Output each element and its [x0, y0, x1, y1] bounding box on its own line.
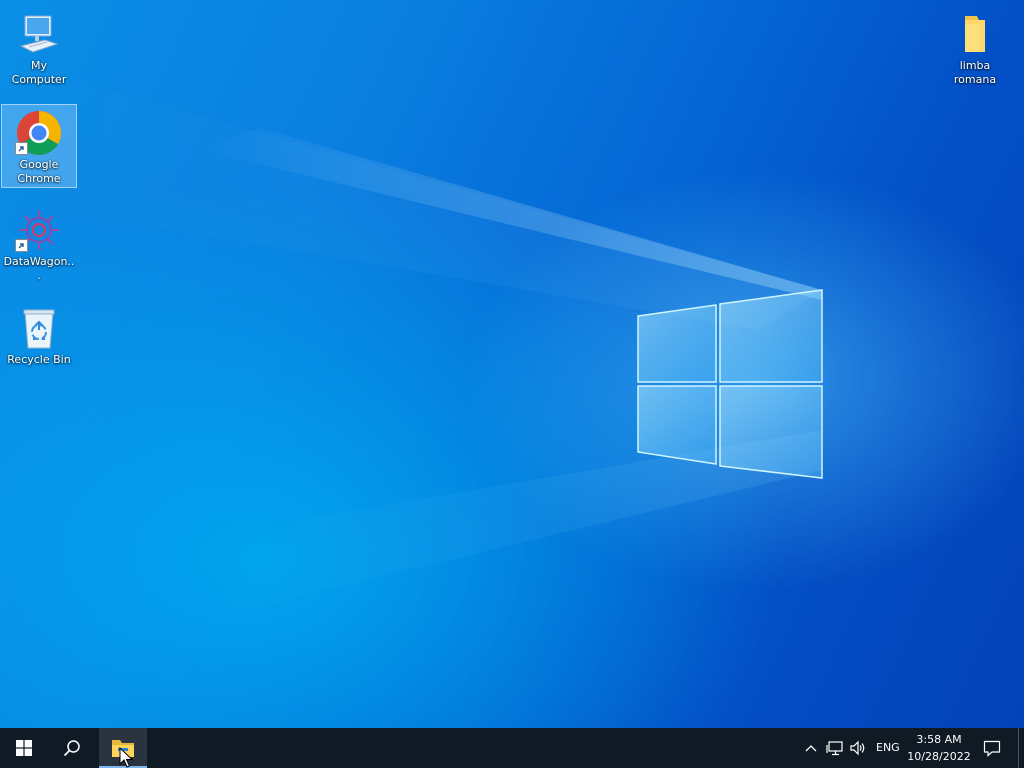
chevron-up-icon	[805, 745, 817, 752]
action-center-icon	[983, 740, 1001, 757]
computer-icon	[15, 10, 63, 58]
chrome-icon	[15, 109, 63, 157]
tray-language-indicator[interactable]: ENG	[876, 741, 900, 754]
desktop-icon-label: My Computer	[11, 59, 67, 86]
tray-volume-button[interactable]	[847, 728, 869, 768]
desktop-icon-google-chrome[interactable]: Google Chrome	[1, 104, 77, 188]
clock-time: 3:58 AM	[916, 733, 962, 746]
mouse-cursor-icon	[119, 747, 133, 768]
shortcut-arrow-icon	[15, 239, 28, 252]
desktop-icon-label: limba romana	[953, 59, 997, 86]
start-button[interactable]	[0, 728, 48, 768]
desktop-icon-label: Google Chrome	[17, 158, 61, 185]
action-center-button[interactable]	[976, 728, 1008, 768]
folder-icon	[951, 10, 999, 58]
recycle-bin-icon	[15, 304, 63, 352]
tray-clock[interactable]: 3:58 AM 10/28/2022	[904, 731, 974, 765]
shortcut-arrow-icon	[15, 142, 28, 155]
network-icon	[826, 741, 843, 756]
windows-start-icon	[16, 740, 32, 756]
desktop[interactable]: My Computer Google Chrome DataWagon... R…	[0, 0, 1024, 728]
search-button[interactable]	[48, 728, 96, 768]
wallpaper-light-beams	[0, 60, 822, 620]
tray-network-button[interactable]	[824, 728, 846, 768]
datawagon-icon	[15, 206, 63, 254]
taskbar: ENG 3:58 AM 10/28/2022	[0, 728, 1024, 768]
desktop-icon-label: DataWagon...	[3, 255, 75, 282]
desktop-icon-my-computer[interactable]: My Computer	[1, 6, 77, 86]
show-desktop-divider[interactable]	[1018, 728, 1019, 768]
windows-logo-wallpaper	[637, 289, 823, 479]
desktop-icon-label: Recycle Bin	[7, 353, 71, 366]
desktop-icon-limba-romana[interactable]: limba romana	[936, 6, 1014, 86]
search-icon	[63, 740, 80, 757]
desktop-icon-recycle-bin[interactable]: Recycle Bin	[1, 300, 77, 370]
desktop-icon-datawagon[interactable]: DataWagon...	[1, 202, 77, 282]
clock-date: 10/28/2022	[907, 750, 971, 763]
volume-icon	[850, 740, 865, 756]
tray-overflow-button[interactable]	[800, 728, 822, 768]
